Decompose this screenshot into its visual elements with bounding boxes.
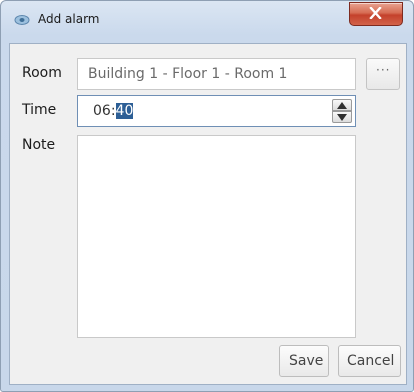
save-button[interactable]: Save: [279, 345, 329, 377]
time-minutes-selected: 40: [115, 103, 134, 119]
note-label: Note: [22, 137, 56, 153]
browse-label: ···: [376, 63, 391, 77]
time-spinner: [332, 99, 352, 123]
time-hours: 06:: [93, 103, 116, 119]
room-value: Building 1 - Floor 1 - Room 1: [88, 66, 288, 82]
spin-down-button[interactable]: [332, 111, 352, 123]
spin-up-arrow-icon: [337, 102, 347, 109]
note-textarea[interactable]: [77, 135, 356, 338]
cancel-label: Cancel: [347, 353, 395, 369]
close-button[interactable]: [349, 2, 403, 26]
spin-down-arrow-icon: [337, 114, 347, 121]
window-title: Add alarm: [38, 12, 100, 26]
save-label: Save: [289, 353, 324, 369]
title-bar[interactable]: Add alarm: [1, 1, 413, 43]
cancel-button[interactable]: Cancel: [338, 345, 401, 377]
close-icon: [369, 7, 382, 19]
time-value[interactable]: 06:40: [93, 103, 134, 119]
dialog-body: Room Building 1 - Floor 1 - Room 1 ··· T…: [9, 43, 407, 385]
app-icon: [14, 14, 30, 26]
add-alarm-dialog: Add alarm Room Building 1 - Floor 1 - Ro…: [0, 0, 414, 392]
spin-up-button[interactable]: [332, 99, 352, 111]
time-spinner-field[interactable]: 06:40: [77, 95, 356, 127]
time-label: Time: [22, 102, 57, 118]
room-label: Room: [22, 65, 62, 81]
browse-room-button[interactable]: ···: [366, 58, 400, 90]
room-field[interactable]: Building 1 - Floor 1 - Room 1: [77, 58, 356, 90]
